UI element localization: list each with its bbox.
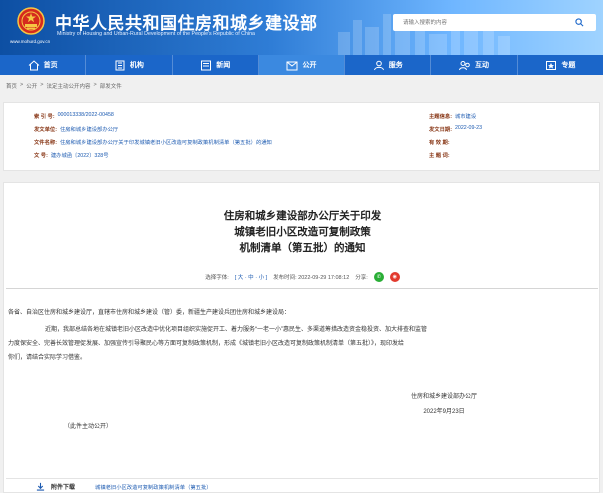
meta-value: 住房和城乡建设部办公厅: [59, 127, 119, 133]
meta-index: 索 引 号: 000013338/2022-00458: [34, 112, 114, 120]
home-icon: [28, 59, 39, 70]
meta-key: 发文日期:: [429, 127, 452, 133]
search-input[interactable]: [393, 14, 558, 31]
nav-item-interact[interactable]: 互动: [431, 55, 516, 75]
meta-doc-no: 文 号: 建办城函〔2022〕328号: [34, 151, 109, 159]
breadcrumb-home[interactable]: 首页: [6, 82, 17, 90]
share-label: 分享:: [355, 275, 368, 281]
download-icon: [36, 482, 45, 491]
nav-label: 专题: [561, 61, 576, 69]
article: 住房和城乡建设部办公厅关于印发 城镇老旧小区改造可复制政策 机制清单（第五批）的…: [3, 182, 600, 493]
nav-item-topic[interactable]: 专题: [518, 55, 603, 75]
breadcrumb-separator: >: [20, 82, 24, 88]
site-url: www.mohurd.gov.cn: [10, 39, 51, 44]
document-meta: 索 引 号: 000013338/2022-00458 发文单位: 住房和城乡建…: [3, 102, 600, 171]
main-nav: 首页 机构 新闻 公开 服务 互动 专题: [0, 55, 603, 75]
meta-publisher: 发文单位: 住房和城乡建设部办公厅: [34, 125, 118, 133]
topic-icon: [546, 60, 557, 70]
publish-time: 发布时间: 2022-09-29 17:08:12: [273, 275, 350, 281]
breadcrumb: 首页 > 公开 > 法定主动公开内容 > 部发文件: [6, 82, 122, 90]
attachment-link[interactable]: 城镇老旧小区改造可复制政策机制清单（第五批）: [95, 483, 212, 491]
meta-topic: 主 题 词:: [429, 151, 453, 159]
meta-value: 000013338/2022-00458: [57, 112, 114, 118]
search-icon: [574, 18, 583, 27]
weibo-share-icon[interactable]: ◉: [389, 272, 400, 282]
sign-date: 2022年9月23日: [423, 409, 465, 415]
news-icon: [201, 60, 212, 70]
nav-label: 新闻: [216, 61, 231, 69]
meta-value: 城市建设: [454, 114, 477, 120]
breadcrumb-separator: >: [93, 82, 97, 88]
open-icon: [286, 61, 298, 70]
meta-value: 2022-09-23: [454, 125, 483, 131]
article-body-line-1: 近期，我部总结各地在城镇老旧小区改造中优化项目组织实施促开工、着力服务“一老一小…: [45, 327, 427, 333]
signer: 住房和城乡建设部办公厅: [410, 394, 477, 400]
meta-key: 主题信息:: [429, 114, 452, 120]
meta-key: 文件名称:: [34, 140, 57, 146]
article-title-line-2: 城镇老旧小区改造可复制政策: [234, 226, 371, 238]
attachment-bar: 附件下载 城镇老旧小区改造可复制政策机制清单（第五批）: [6, 478, 598, 493]
meta-date: 发文日期: 2022-09-23: [429, 125, 482, 133]
building-icon: [115, 60, 125, 70]
nav-item-service[interactable]: 服务: [345, 55, 430, 75]
breadcrumb-separator: >: [40, 82, 44, 88]
ministry-title-en: Ministry of Housing and Urban-Rural Deve…: [57, 31, 255, 37]
article-title-line-3: 机制清单（第五批）的通知: [239, 242, 366, 254]
article-body-line-2: 力度保安全、完善长效管理促发展、加强宣传引导聚民心等方面可复制政策机制，形成《城…: [8, 341, 405, 347]
nav-label: 服务: [388, 61, 403, 69]
nav-item-open[interactable]: 公开: [258, 55, 345, 75]
search-button[interactable]: [562, 14, 596, 31]
article-info: 选择字体: [ 大 · 中 · 小 ] 发布时间: 2022-09-29 17:…: [4, 272, 601, 282]
breadcrumb-documents[interactable]: 部发文件: [100, 82, 122, 90]
meta-key: 发文单位:: [34, 127, 57, 133]
article-body-line-3: 你们，请结合实际学习借鉴。: [8, 355, 87, 361]
meta-validity: 有 效 期:: [429, 138, 453, 146]
search-box: [393, 14, 596, 31]
nav-label: 机构: [129, 61, 144, 69]
site-header: www.mohurd.gov.cn 中华人民共和国住房和城乡建设部 Minist…: [0, 0, 603, 55]
meta-key: 文 号:: [34, 153, 48, 159]
attachment-label: 附件下载: [51, 485, 76, 491]
meta-value: 建办城函〔2022〕328号: [50, 153, 109, 159]
nav-item-organization[interactable]: 机构: [86, 55, 171, 75]
national-emblem-icon[interactable]: [17, 7, 45, 35]
font-size-label: 选择字体:: [205, 275, 229, 281]
nav-item-home[interactable]: 首页: [0, 55, 85, 75]
nav-label: 公开: [302, 61, 317, 69]
font-size-selector[interactable]: [ 大 · 中 · 小 ]: [235, 273, 267, 281]
article-divider: [6, 288, 598, 289]
meta-file-name: 文件名称: 住房和城乡建设部办公厅关于印发城镇老旧小区改造可复制政策机制清单（第…: [34, 138, 272, 146]
nav-item-news[interactable]: 新闻: [173, 55, 258, 75]
breadcrumb-statutory[interactable]: 法定主动公开内容: [46, 82, 90, 90]
meta-category: 主题信息: 城市建设: [429, 112, 476, 120]
wechat-share-icon[interactable]: ✆: [373, 272, 384, 282]
service-icon: [373, 60, 384, 70]
interact-icon: [459, 60, 470, 70]
meta-key: 有 效 期:: [429, 140, 450, 146]
nav-label: 互动: [475, 61, 490, 69]
meta-key: 主 题 词:: [429, 153, 450, 159]
meta-value: 住房和城乡建设部办公厅关于印发城镇老旧小区改造可复制政策机制清单（第五批）的通知: [59, 140, 272, 146]
breadcrumb-open[interactable]: 公开: [26, 82, 37, 90]
public-note: （此件主动公开）: [64, 424, 113, 430]
meta-key: 索 引 号:: [34, 114, 55, 120]
article-title-line-1: 住房和城乡建设部办公厅关于印发: [223, 210, 382, 222]
article-recipients: 各省、自治区住房和城乡建设厅，直辖市住房和城乡建设（管）委，新疆生产建设兵团住房…: [8, 310, 291, 316]
nav-label: 首页: [43, 61, 58, 69]
